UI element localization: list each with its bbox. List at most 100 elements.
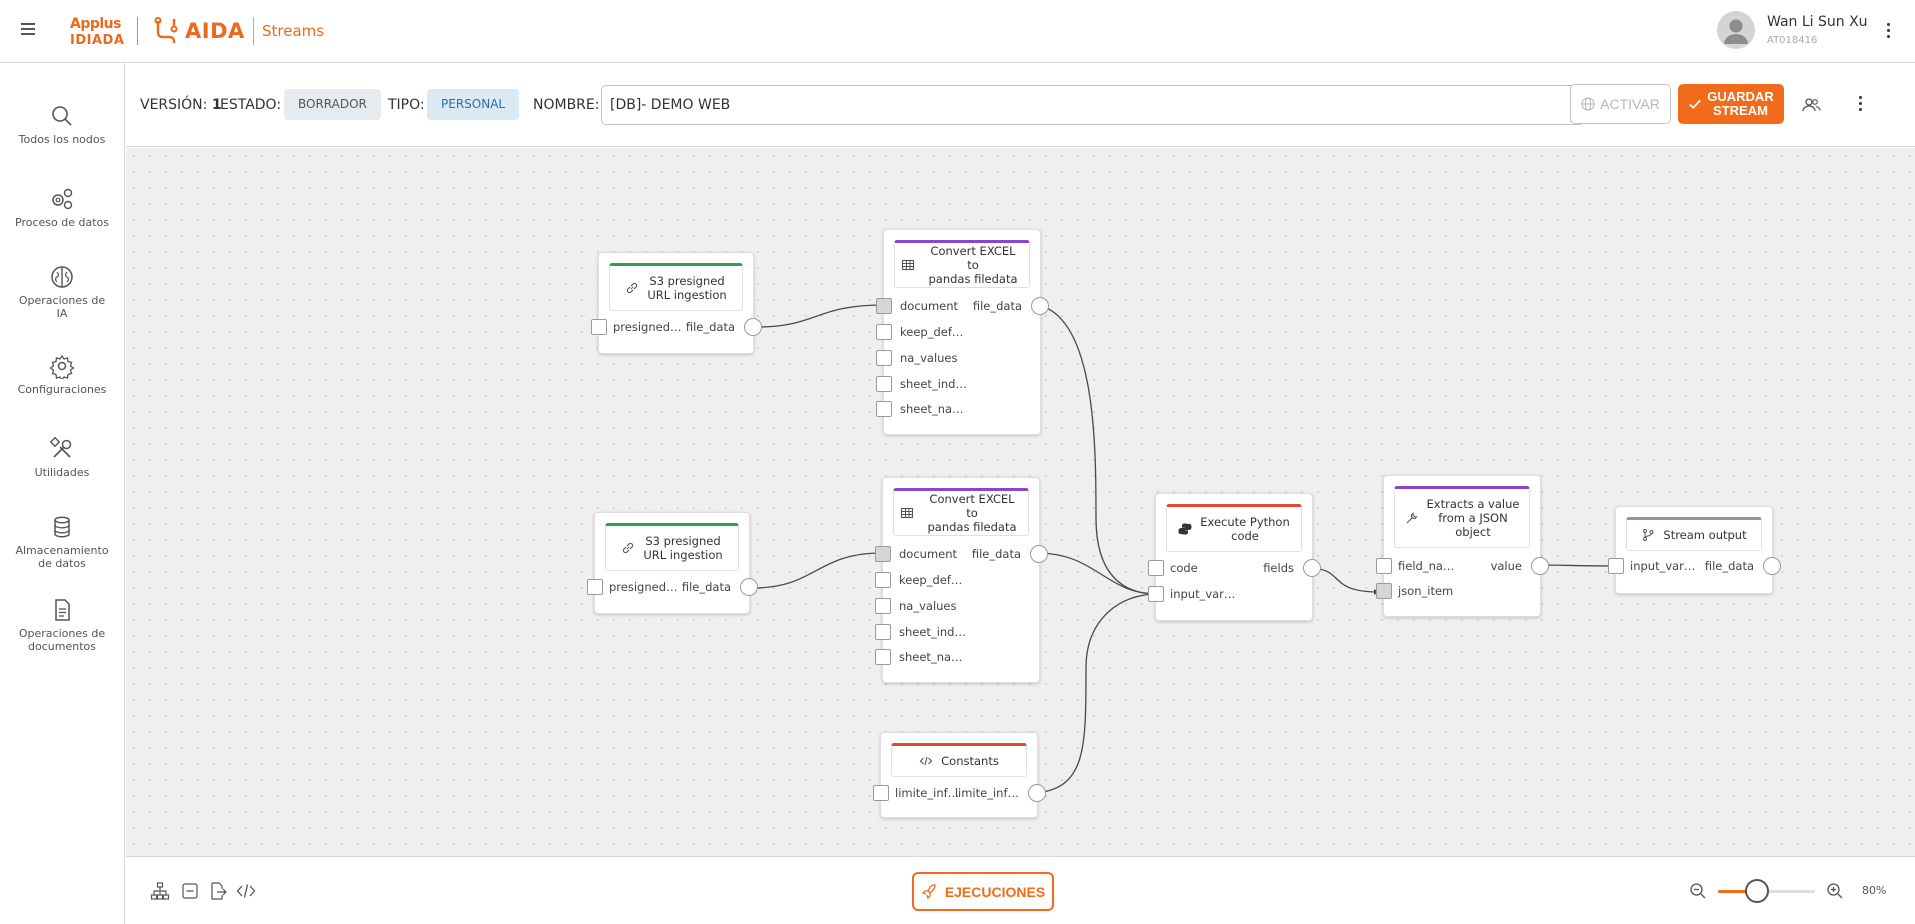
input-port[interactable]: [875, 649, 891, 665]
edge-s3b-to-excelb[interactable]: [752, 552, 883, 589]
link-icon: [627, 282, 638, 294]
edge-constants-to-python[interactable]: [1035, 593, 1158, 794]
guardar-label-line1: GUARDAR: [1707, 89, 1774, 104]
logo-divider: [253, 17, 254, 45]
output-port-label: fields: [1263, 561, 1294, 575]
node-title-line: S3 presigned: [645, 534, 721, 548]
input-port[interactable]: [1376, 558, 1392, 574]
node-header: Convert EXCEL to pandas filedata: [893, 488, 1029, 536]
output-port[interactable]: [1763, 557, 1781, 575]
sidebar-item-configuraciones[interactable]: Configuraciones: [0, 353, 124, 396]
stream-name-input[interactable]: [601, 85, 1585, 125]
output-port[interactable]: [1030, 545, 1048, 563]
input-port[interactable]: [587, 579, 603, 595]
input-port[interactable]: [876, 401, 892, 417]
input-port[interactable]: [875, 546, 891, 562]
more-vertical-icon[interactable]: [1850, 93, 1870, 115]
output-port[interactable]: [744, 318, 762, 336]
sidebar-item-operaciones-de-ia[interactable]: Operaciones de IA: [0, 264, 124, 320]
nombre-label: NOMBRE:: [533, 97, 600, 113]
node-title: Convert EXCEL to pandas filedata: [922, 492, 1022, 534]
output-port[interactable]: [1303, 559, 1321, 577]
output-port[interactable]: [1031, 297, 1049, 315]
input-port[interactable]: [873, 785, 889, 801]
input-port-label: na_values: [900, 351, 958, 365]
code-view-icon[interactable]: [236, 881, 256, 901]
node-title: Execute Python code: [1200, 515, 1290, 543]
aida-logo-icon: [154, 17, 178, 43]
zoom-slider-thumb[interactable]: [1744, 879, 1769, 903]
node-constants[interactable]: Constants limite_inf… limite_inf…: [873, 732, 1046, 818]
avatar[interactable]: [1717, 11, 1755, 49]
edge-s3a-to-excela[interactable]: [757, 304, 884, 328]
sidebar-item-almacenamiento-de-datos[interactable]: Almacenamiento de datos: [0, 514, 124, 570]
node-s3-presigned-url-ingestion[interactable]: S3 presigned URL ingestion presigned… fil…: [587, 512, 758, 614]
input-port-label: keep_def…: [899, 573, 963, 587]
node-s3-presigned-url-ingestion[interactable]: S3 presigned URL ingestion presigned… fil…: [591, 252, 762, 354]
input-port[interactable]: [1608, 558, 1624, 574]
input-port[interactable]: [876, 298, 892, 314]
input-port-label: input_var…: [1170, 587, 1236, 601]
output-port[interactable]: [1028, 784, 1046, 802]
zoom-slider[interactable]: [1718, 879, 1815, 903]
output-port-label: file_data: [972, 299, 1022, 313]
sidebar-item-proceso-de-datos[interactable]: Proceso de datos: [0, 186, 124, 229]
guardar-stream-button[interactable]: GUARDAR STREAM: [1678, 84, 1784, 124]
node-header: Extracts a value from a JSON object: [1394, 486, 1530, 548]
input-port[interactable]: [591, 319, 607, 335]
output-port-label: file_data: [685, 320, 735, 334]
globe-icon: [1581, 97, 1595, 111]
export-icon[interactable]: [208, 881, 228, 901]
output-port-label: file_data: [681, 580, 731, 594]
guardar-label: GUARDAR STREAM: [1707, 90, 1773, 118]
node-stream-output[interactable]: Stream output input_var… file_data: [1608, 506, 1781, 594]
share-users-icon[interactable]: [1801, 95, 1821, 115]
flow-canvas[interactable]: S3 presigned URL ingestion presigned… fil…: [126, 148, 1915, 856]
ejecuciones-label: EJECUCIONES: [944, 883, 1046, 900]
input-port[interactable]: [876, 376, 892, 392]
node-convert-excel-to-pandas[interactable]: Convert EXCEL to pandas filedata document…: [876, 229, 1049, 435]
ejecuciones-button[interactable]: EJECUCIONES: [912, 872, 1054, 911]
sidebar-item-todos-los-nodos[interactable]: Todos los nodos: [0, 103, 124, 146]
bottom-bar: EJECUCIONES 80%: [126, 856, 1915, 924]
input-port[interactable]: [875, 572, 891, 588]
edge-json-to-output[interactable]: [1538, 564, 1614, 567]
database-icon: [54, 516, 70, 538]
input-port[interactable]: [875, 598, 891, 614]
input-port[interactable]: [1376, 583, 1392, 599]
output-port[interactable]: [740, 578, 758, 596]
menu-icon[interactable]: [18, 20, 38, 40]
collapse-icon[interactable]: [180, 881, 200, 901]
node-title: S3 presigned URL ingestion: [643, 534, 722, 562]
edge-excelb-to-python[interactable]: [1036, 552, 1158, 595]
more-vertical-icon[interactable]: [1878, 20, 1898, 42]
node-title: Extracts a value from a JSON object: [1427, 497, 1520, 539]
node-header: Constants: [891, 743, 1027, 777]
input-port[interactable]: [1148, 560, 1164, 576]
node-convert-excel-to-pandas[interactable]: Convert EXCEL to pandas filedata document…: [875, 477, 1048, 683]
sidebar-item-label: Proceso de datos: [15, 216, 109, 229]
sidebar-item-utilidades[interactable]: Utilidades: [0, 436, 124, 479]
tipo-badge: PERSONAL: [427, 89, 520, 120]
node-title: Constants: [941, 754, 999, 768]
output-port-label: limite_inf…: [954, 786, 1019, 800]
input-port[interactable]: [1148, 586, 1164, 602]
branch-icon: [1643, 529, 1654, 541]
input-port[interactable]: [876, 324, 892, 340]
activar-button[interactable]: ACTIVAR: [1570, 84, 1671, 124]
node-execute-python-code[interactable]: Execute Python code code fields input_var…: [1148, 493, 1321, 621]
zoom-out-icon[interactable]: [1689, 882, 1707, 900]
node-title-line: object: [1455, 525, 1491, 539]
sidebar-item-operaciones-de-documentos[interactable]: Operaciones de documentos: [0, 597, 124, 653]
version-label-text: VERSIÓN:: [140, 97, 208, 113]
input-port[interactable]: [876, 350, 892, 366]
zoom-in-icon[interactable]: [1826, 882, 1844, 900]
node-extract-json-value[interactable]: Extracts a value from a JSON object field_…: [1376, 475, 1549, 617]
hierarchy-layout-icon[interactable]: [150, 881, 170, 901]
node-title: S3 presigned URL ingestion: [647, 274, 726, 302]
input-port[interactable]: [875, 624, 891, 640]
output-port[interactable]: [1531, 557, 1549, 575]
estado-label: ESTADO:: [220, 97, 282, 113]
edge-excela-to-python[interactable]: [1037, 304, 1158, 595]
sidebar-item-label: Almacenamiento de datos: [15, 544, 109, 570]
